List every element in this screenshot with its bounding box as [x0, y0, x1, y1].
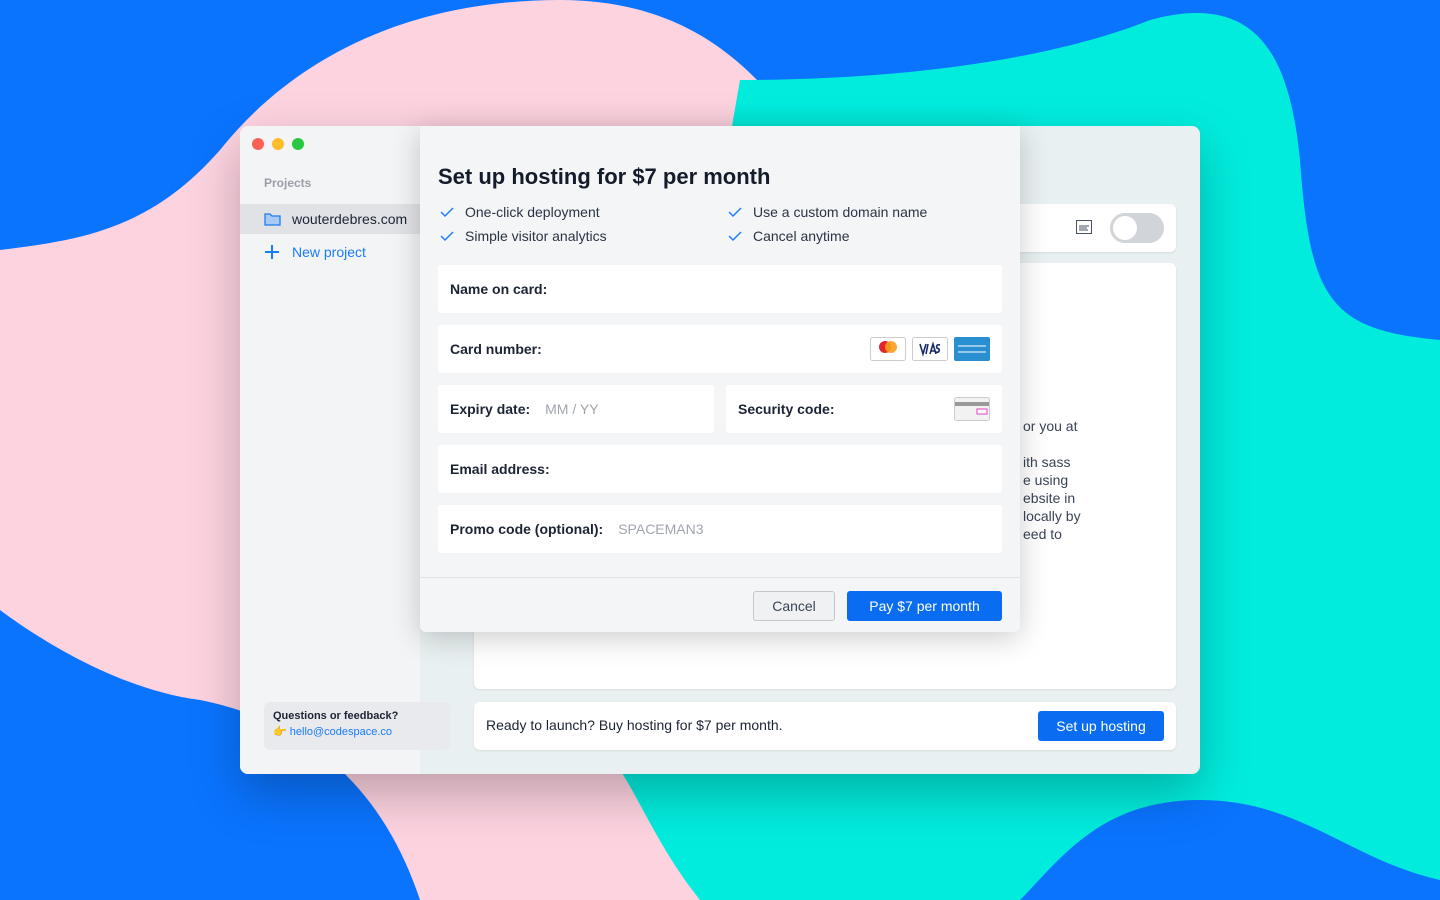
set-up-hosting-button[interactable]: Set up hosting — [1038, 711, 1164, 741]
publish-toggle[interactable] — [1110, 213, 1164, 243]
security-label: Security code: — [738, 401, 835, 417]
projects-heading: Projects — [264, 176, 312, 190]
content-text: e using — [1023, 472, 1069, 488]
promo-placeholder: SPACEMAN3 — [618, 521, 704, 537]
feature-label: Cancel anytime — [753, 228, 850, 244]
email-field[interactable]: Email address: — [438, 445, 1002, 493]
expiry-label: Expiry date: — [450, 401, 531, 417]
project-label: wouterdebres.com — [292, 211, 408, 227]
new-project-button[interactable]: New project — [264, 244, 366, 260]
expiry-placeholder: MM / YY — [545, 401, 599, 417]
feature-label: Simple visitor analytics — [465, 228, 607, 244]
email-label: Email address: — [450, 461, 550, 477]
card-number-label: Card number: — [450, 341, 542, 357]
feedback-box: Questions or feedback? 👉 hello@codespace… — [264, 702, 450, 750]
maximize-button[interactable] — [292, 138, 304, 150]
content-text: or you at — [1023, 418, 1078, 434]
promo-label: Promo code (optional): — [450, 521, 604, 537]
feature-label: Use a custom domain name — [753, 204, 928, 220]
minimize-button[interactable] — [272, 138, 284, 150]
pointing-hand-icon: 👉 — [273, 726, 287, 738]
close-button[interactable] — [252, 138, 264, 150]
pay-button[interactable]: Pay $7 per month — [847, 591, 1002, 621]
feature-label: One-click deployment — [465, 204, 600, 220]
content-text: locally by — [1023, 508, 1081, 524]
modal-footer: Cancel Pay $7 per month — [420, 577, 1020, 632]
folder-icon — [264, 213, 281, 226]
feedback-question: Questions or feedback? — [273, 710, 399, 722]
american-express-icon — [954, 337, 990, 361]
plus-icon — [265, 245, 279, 259]
expiry-date-field[interactable]: Expiry date: MM / YY — [438, 385, 714, 433]
check-icon — [440, 207, 454, 217]
name-label: Name on card: — [450, 281, 548, 297]
card-back-cvc-icon — [954, 397, 990, 421]
content-text: ith sass — [1023, 454, 1071, 470]
check-icon — [728, 231, 742, 241]
check-icon — [728, 207, 742, 217]
visa-icon — [912, 337, 948, 361]
modal-title: Set up hosting for $7 per month — [438, 164, 771, 189]
feature-item: Cancel anytime — [728, 228, 850, 244]
sidebar-item-project[interactable]: wouterdebres.com — [240, 204, 420, 234]
cancel-button[interactable]: Cancel — [753, 591, 835, 621]
launch-text: Ready to launch? Buy hosting for $7 per … — [486, 717, 783, 733]
new-project-label: New project — [292, 244, 366, 260]
check-icon — [440, 231, 454, 241]
launch-bar: Ready to launch? Buy hosting for $7 per … — [474, 702, 1176, 750]
browser-preview-icon[interactable] — [1076, 220, 1092, 235]
security-code-field[interactable]: Security code: — [726, 385, 1002, 433]
name-on-card-field[interactable]: Name on card: — [438, 265, 1002, 313]
content-text: ebsite in — [1023, 490, 1076, 506]
feature-item: One-click deployment — [440, 204, 600, 220]
content-text: eed to — [1023, 526, 1062, 542]
feedback-email-link[interactable]: hello@codespace.co — [290, 726, 392, 738]
mastercard-icon — [870, 337, 906, 361]
feature-item: Simple visitor analytics — [440, 228, 607, 244]
card-number-field[interactable]: Card number: — [438, 325, 1002, 373]
promo-code-field[interactable]: Promo code (optional): SPACEMAN3 — [438, 505, 1002, 553]
feature-item: Use a custom domain name — [728, 204, 927, 220]
hosting-modal: Set up hosting for $7 per month One-clic… — [420, 126, 1020, 632]
window-controls — [252, 138, 304, 150]
sidebar: Projects wouterdebres.com New project — [240, 126, 420, 774]
